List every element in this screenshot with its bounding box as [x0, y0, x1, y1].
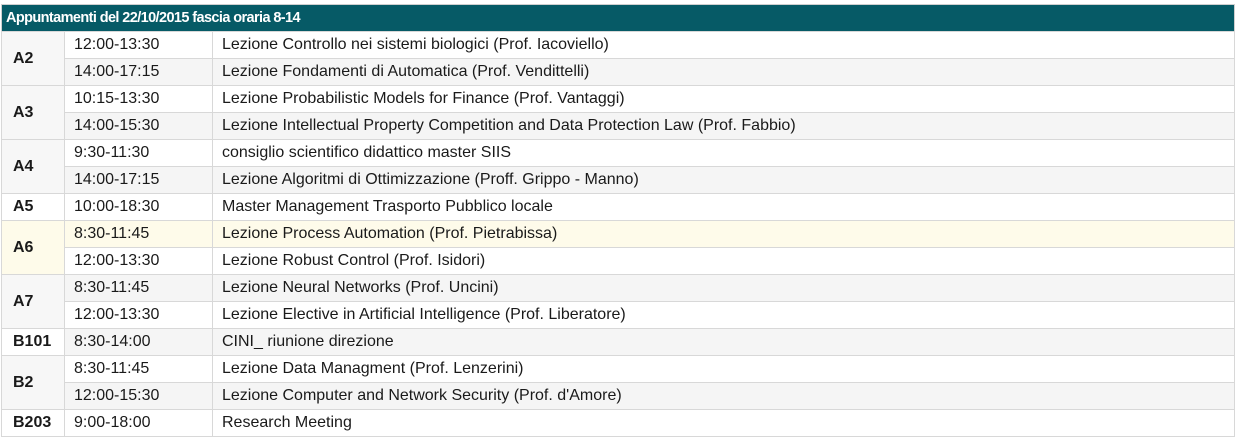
time-cell: 9:00-18:00 [64, 409, 213, 437]
table-row: B203 9:00-18:00 Research Meeting [1, 409, 1235, 437]
description-cell: consiglio scientifico didattico master S… [212, 139, 1235, 167]
time-cell: 12:00-13:30 [64, 31, 213, 59]
description-cell: Lezione Controllo nei sistemi biologici … [212, 31, 1235, 59]
room-cell: A5 [1, 193, 65, 221]
description-cell: Lezione Intellectual Property Competitio… [212, 112, 1235, 140]
room-cell: B203 [1, 409, 65, 437]
schedule-panel: Appuntamenti del 22/10/2015 fascia orari… [1, 4, 1235, 437]
table-row: 14:00-17:15 Lezione Fondamenti di Automat… [2, 58, 1235, 86]
time-cell: 9:30-11:30 [64, 139, 213, 167]
table-row: A3 10:15-13:30 Lezione Probabilistic Model… [1, 85, 1235, 140]
table-row: B2 8:30-11:45 Lezione Data Managment (Prof… [1, 355, 1235, 410]
description-cell: Lezione Elective in Artificial Intellige… [212, 301, 1235, 329]
description-cell: Lezione Data Managment (Prof. Lenzerini) [212, 355, 1235, 383]
time-cell: 8:30-11:45 [64, 355, 213, 383]
time-cell: 8:30-11:45 [64, 220, 213, 248]
schedule-title: Appuntamenti del 22/10/2015 fascia orari… [1, 4, 1235, 31]
room-cell: B101 [1, 328, 65, 356]
table-row: 14:00-17:15 Lezione Algoritmi di Ottimizz… [2, 166, 1235, 194]
description-cell: Lezione Process Automation (Prof. Pietra… [212, 220, 1235, 248]
time-cell: 12:00-15:30 [64, 382, 213, 410]
description-cell: Lezione Computer and Network Security (P… [212, 382, 1235, 410]
time-cell: 12:00-13:30 [64, 301, 213, 329]
time-cell: 8:30-11:45 [64, 274, 213, 302]
time-cell: 10:00-18:30 [64, 193, 213, 221]
table-row: 12:00-15:30 Lezione Computer and Network … [2, 382, 1235, 410]
description-cell: Lezione Robust Control (Prof. Isidori) [212, 247, 1235, 275]
table-row: B101 8:30-14:00 CINI_ riunione direzione [1, 328, 1235, 356]
description-cell: Lezione Algoritmi di Ottimizzazione (Pro… [212, 166, 1235, 194]
time-cell: 8:30-14:00 [64, 328, 213, 356]
table-row: 12:00-13:30 Lezione Elective in Artificia… [2, 301, 1235, 329]
description-cell: Master Management Trasporto Pubblico loc… [212, 193, 1235, 221]
table-row: A6 8:30-11:45 Lezione Process Automation (… [1, 220, 1235, 275]
description-cell: Research Meeting [212, 409, 1235, 437]
time-cell: 14:00-17:15 [64, 166, 213, 194]
room-cell: A4 [1, 139, 65, 194]
description-cell: CINI_ riunione direzione [212, 328, 1235, 356]
table-row: A5 10:00-18:30 Master Management Trasporto… [1, 193, 1235, 221]
description-cell: Lezione Fondamenti di Automatica (Prof. … [212, 58, 1235, 86]
description-cell: Lezione Neural Networks (Prof. Uncini) [212, 274, 1235, 302]
room-cell: A3 [1, 85, 65, 140]
table-row: 14:00-15:30 Lezione Intellectual Property… [2, 112, 1235, 140]
room-cell: B2 [1, 355, 65, 410]
table-row: A4 9:30-11:30 consiglio scientifico didatt… [1, 139, 1235, 194]
time-cell: 12:00-13:30 [64, 247, 213, 275]
appointments-table: A2 12:00-13:30 Lezione Controllo nei siste… [1, 31, 1235, 437]
time-cell: 14:00-15:30 [64, 112, 213, 140]
table-row: A2 12:00-13:30 Lezione Controllo nei siste… [1, 31, 1235, 86]
description-cell: Lezione Probabilistic Models for Finance… [212, 85, 1235, 113]
table-row: A7 8:30-11:45 Lezione Neural Networks (Pro… [1, 274, 1235, 329]
room-cell: A2 [1, 31, 65, 86]
table-row: 12:00-13:30 Lezione Robust Control (Prof.… [2, 247, 1235, 275]
time-cell: 14:00-17:15 [64, 58, 213, 86]
room-cell: A6 [1, 220, 65, 275]
room-cell: A7 [1, 274, 65, 329]
time-cell: 10:15-13:30 [64, 85, 213, 113]
